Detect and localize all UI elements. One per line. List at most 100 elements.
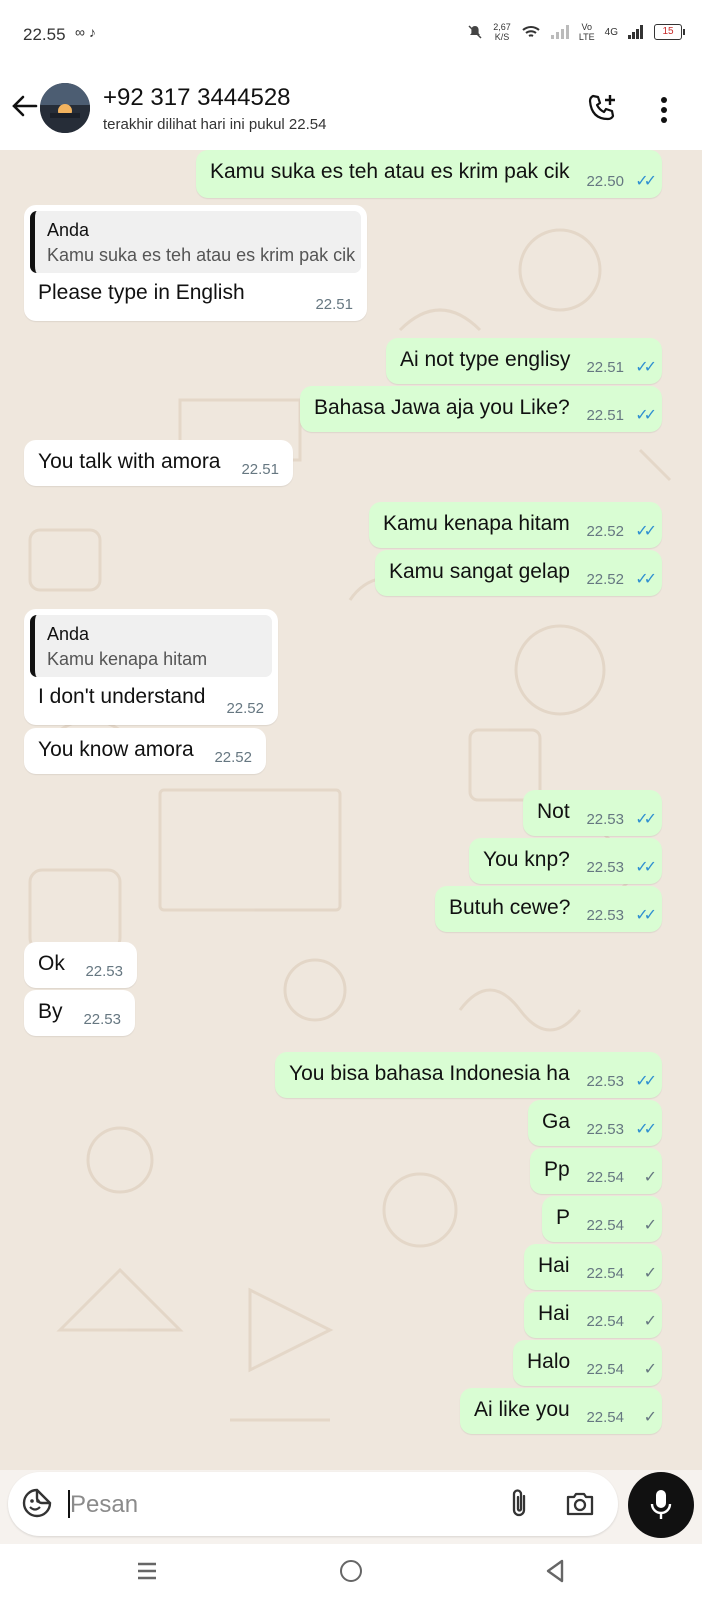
incoming-message[interactable]: Anda Kamu kenapa hitam I don't understand 2…: [24, 609, 278, 725]
outgoing-message[interactable]: Hai 22.54 ✓: [524, 1292, 662, 1338]
message-text: You know amora: [38, 738, 194, 761]
sent-tick-icon: ✓: [643, 1265, 658, 1282]
message-text: Ga: [542, 1110, 571, 1133]
status-time: 22.55: [23, 25, 66, 44]
message-time: 22.53: [83, 1011, 121, 1028]
back-arrow-icon[interactable]: [10, 92, 38, 126]
quote-text: Kamu suka es teh atau es krim pak cik: [47, 245, 356, 265]
speed-unit: K/S: [494, 32, 510, 42]
outgoing-message[interactable]: Ai not type englisy 22.51 ✓✓: [386, 338, 662, 384]
outgoing-message[interactable]: Ga 22.53 ✓✓: [528, 1100, 662, 1146]
chat-header: +92 317 3444528 terakhir dilihat hari in…: [0, 70, 702, 150]
message-time: 22.53: [586, 811, 624, 828]
message-placeholder: Pesan: [70, 1491, 139, 1518]
recents-icon[interactable]: [136, 1560, 158, 1582]
incoming-message[interactable]: Ok 22.53: [24, 942, 137, 988]
message-time: 22.54: [586, 1313, 624, 1330]
signal-weak-icon: [550, 25, 569, 39]
message-text: Ai like you: [474, 1398, 570, 1421]
network-speed: 2,67 K/S: [493, 22, 511, 42]
outgoing-message[interactable]: Hai 22.54 ✓: [524, 1244, 662, 1290]
sent-tick-icon: ✓: [643, 1313, 658, 1330]
voice-record-button[interactable]: [628, 1472, 694, 1538]
message-time: 22.51: [586, 359, 624, 376]
quote-author: Anda: [47, 220, 90, 240]
mute-bell-icon: [468, 25, 482, 39]
message-text: Pp: [544, 1158, 570, 1181]
message-time: 22.53: [586, 1073, 624, 1090]
outgoing-message[interactable]: You bisa bahasa Indonesia ha 22.53 ✓✓: [275, 1052, 662, 1098]
message-time: 22.54: [586, 1409, 624, 1426]
message-text: Bahasa Jawa aja you Like?: [314, 396, 570, 419]
chat-area[interactable]: Kamu suka es teh atau es krim pak cik 22.…: [0, 150, 702, 1470]
message-time: 22.51: [315, 296, 353, 313]
home-icon[interactable]: [340, 1560, 362, 1582]
sent-tick-icon: ✓: [643, 1409, 658, 1426]
message-time: 22.53: [85, 963, 123, 980]
read-ticks-icon: ✓✓: [635, 1121, 657, 1138]
message-text: Ai not type englisy: [400, 348, 571, 371]
read-ticks-icon: ✓✓: [635, 523, 657, 540]
status-right: 2,67 K/S Vo LTE 4G 15: [467, 22, 685, 42]
message-time: 22.53: [586, 907, 624, 924]
microphone-icon: [650, 1490, 672, 1519]
volte-bottom: LTE: [578, 32, 595, 42]
incoming-message[interactable]: You talk with amora 22.51: [24, 440, 293, 486]
message-text: By: [38, 1000, 63, 1023]
message-time: 22.52: [586, 571, 624, 588]
message-text: Kamu suka es teh atau es krim pak cik: [210, 160, 570, 183]
message-text: You knp?: [483, 848, 570, 871]
message-input[interactable]: Pesan: [8, 1472, 618, 1536]
outgoing-message[interactable]: Kamu sangat gelap 22.52 ✓✓: [375, 550, 662, 596]
system-nav-bar: [0, 1544, 702, 1600]
message-time: 22.52: [226, 700, 264, 717]
avatar[interactable]: [40, 83, 90, 133]
message-time: 22.52: [586, 523, 624, 540]
message-time: 22.51: [586, 407, 624, 424]
quoted-message[interactable]: Anda Kamu suka es teh atau es krim pak ci…: [30, 211, 361, 273]
outgoing-message[interactable]: P 22.54 ✓: [542, 1196, 662, 1242]
notification-icons: ∞ ♪: [75, 24, 96, 40]
attach-icon[interactable]: [506, 1488, 532, 1520]
add-call-icon[interactable]: [586, 92, 618, 124]
outgoing-message[interactable]: Kamu suka es teh atau es krim pak cik 22.…: [196, 150, 662, 198]
incoming-message[interactable]: You know amora 22.52: [24, 728, 266, 774]
quote-author: Anda: [47, 624, 90, 644]
outgoing-message[interactable]: Bahasa Jawa aja you Like? 22.51 ✓✓: [300, 386, 662, 432]
message-time: 22.54: [586, 1361, 624, 1378]
message-text: Halo: [527, 1350, 571, 1373]
outgoing-message[interactable]: Not 22.53 ✓✓: [523, 790, 662, 836]
camera-icon[interactable]: [564, 1490, 596, 1518]
more-options-icon[interactable]: [660, 96, 668, 124]
read-ticks-icon: ✓✓: [635, 859, 657, 876]
outgoing-message[interactable]: Kamu kenapa hitam 22.52 ✓✓: [369, 502, 662, 548]
sticker-icon[interactable]: [22, 1488, 52, 1518]
message-text: P: [556, 1206, 571, 1229]
message-text: I don't understand: [38, 685, 206, 708]
quoted-message[interactable]: Anda Kamu kenapa hitam: [30, 615, 272, 677]
read-ticks-icon: ✓✓: [635, 407, 657, 424]
wifi-icon: [522, 26, 540, 37]
network-type: 4G: [604, 26, 618, 38]
incoming-message[interactable]: Anda Kamu suka es teh atau es krim pak ci…: [24, 205, 367, 321]
outgoing-message[interactable]: Butuh cewe? 22.53 ✓✓: [435, 886, 662, 932]
outgoing-message[interactable]: Pp 22.54 ✓: [530, 1148, 662, 1194]
outgoing-message[interactable]: Ai like you 22.54 ✓: [460, 1388, 662, 1434]
incoming-message[interactable]: By 22.53: [24, 990, 135, 1036]
message-text: Please type in English: [38, 281, 245, 304]
message-time: 22.54: [586, 1169, 624, 1186]
speed-value: 2,67: [493, 22, 511, 32]
message-text: Kamu sangat gelap: [389, 560, 570, 583]
message-time: 22.54: [586, 1265, 624, 1282]
message-text: Hai: [538, 1254, 570, 1277]
contact-name[interactable]: +92 317 3444528: [103, 84, 291, 112]
message-time: 22.54: [586, 1217, 624, 1234]
outgoing-message[interactable]: Halo 22.54 ✓: [513, 1340, 662, 1386]
message-text: Ok: [38, 952, 65, 975]
last-seen: terakhir dilihat hari ini pukul 22.54: [103, 116, 327, 133]
quote-text: Kamu kenapa hitam: [47, 649, 208, 669]
outgoing-message[interactable]: You knp? 22.53 ✓✓: [469, 838, 662, 884]
nav-back-icon[interactable]: [544, 1558, 566, 1584]
message-time: 22.53: [586, 1121, 624, 1138]
message-text: You bisa bahasa Indonesia ha: [289, 1062, 570, 1085]
